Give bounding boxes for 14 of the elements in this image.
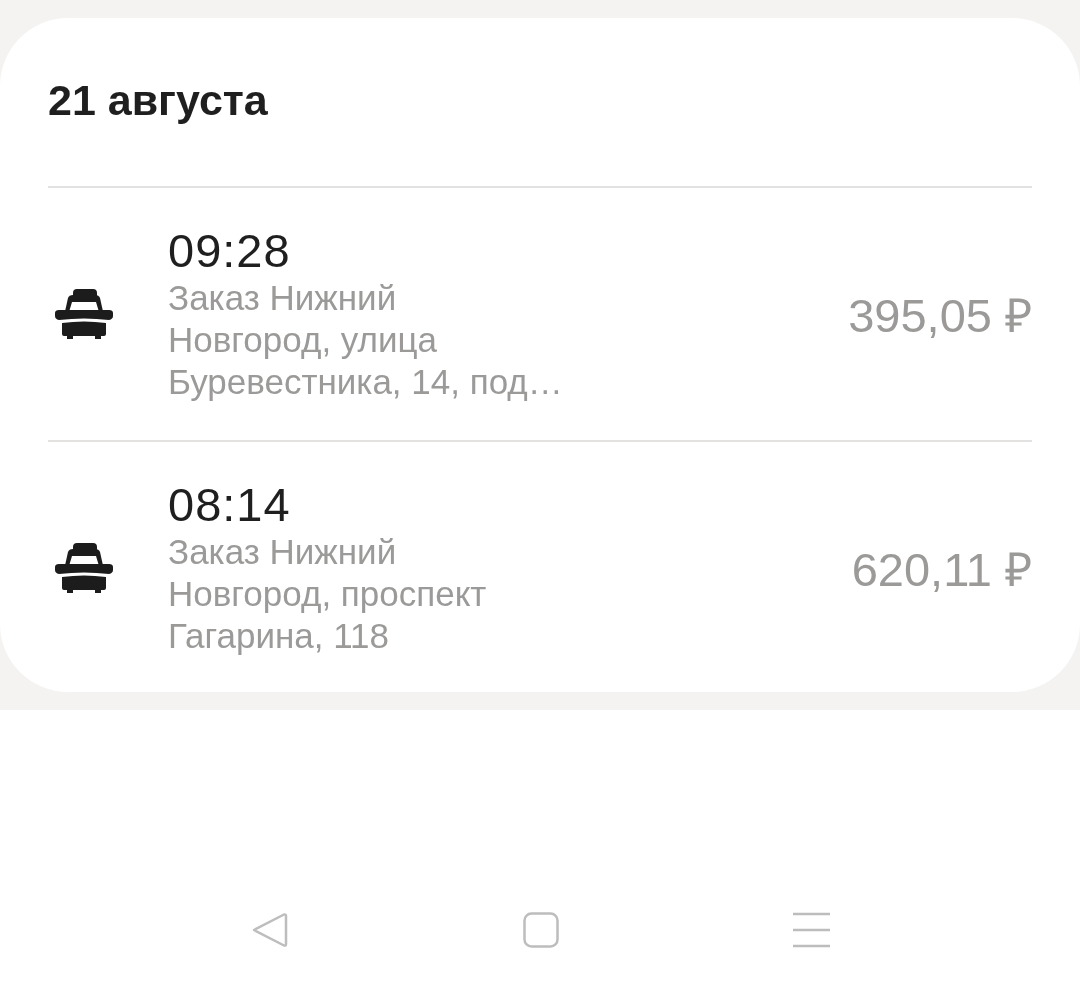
- back-icon[interactable]: [252, 912, 288, 948]
- order-time: 08:14: [168, 479, 291, 531]
- home-icon[interactable]: [522, 912, 559, 948]
- order-address: Заказ Нижний Новгород, проспект Гагарина, 118: [168, 531, 488, 657]
- order-time: 09:28: [168, 225, 291, 277]
- order-address: Заказ Нижний Новгород, улица Буревестника, 14, под…: [168, 277, 564, 403]
- order-row[interactable]: 09:28 Заказ Нижний Новгород, улица Буревестника, 14, под… 395,05 ₽: [48, 188, 1032, 440]
- order-row[interactable]: 08:14 Заказ Нижний Новгород, проспект Гагарина, 118 620,11 ₽: [48, 442, 1032, 694]
- taxi-icon: [55, 543, 113, 593]
- order-price: 395,05 ₽: [848, 288, 1032, 344]
- taxi-icon: [55, 289, 113, 339]
- order-price: 620,11 ₽: [851, 542, 1032, 598]
- menu-icon[interactable]: [793, 912, 830, 948]
- date-heading: 21 августа: [48, 75, 268, 125]
